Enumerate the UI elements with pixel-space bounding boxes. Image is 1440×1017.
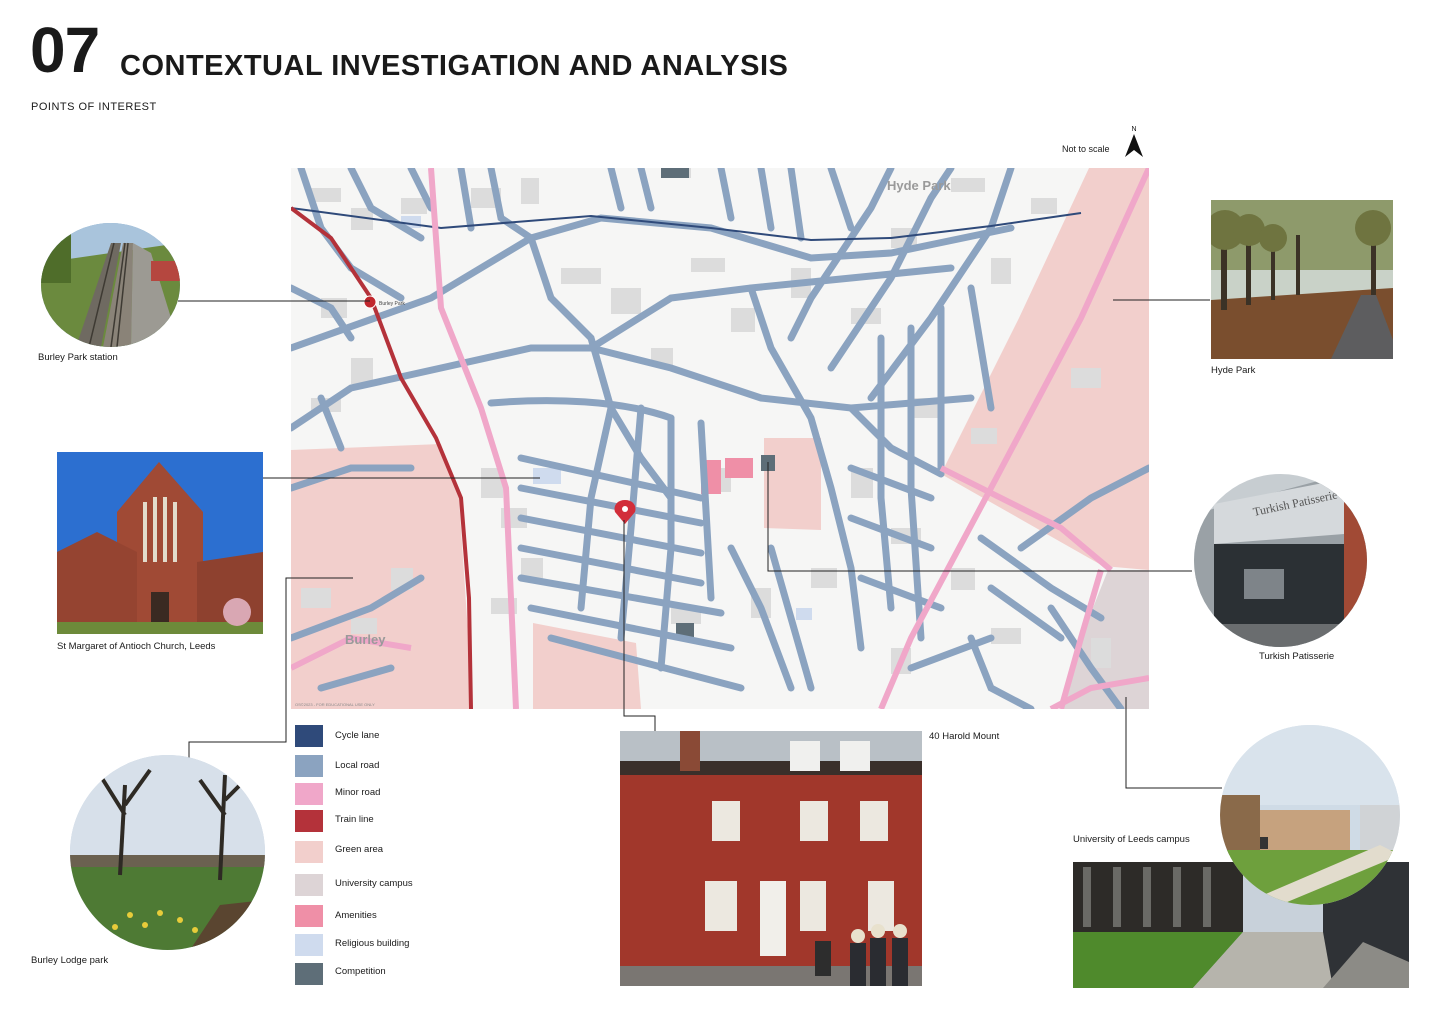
burley-lodge-park-photo (70, 755, 265, 950)
legend-swatch-cycle-lane (295, 725, 323, 747)
religious-building-church (533, 468, 561, 484)
legend-label-local-road: Local road (335, 760, 380, 771)
north-arrow-icon: N (1122, 124, 1146, 160)
station-marker (363, 295, 377, 309)
map-credit: OS©2023 - FOR EDUCATIONAL USE ONLY (295, 702, 375, 707)
legend-label-amenities: Amenities (335, 910, 377, 921)
turkish-patisserie-photo: Turkish Patisserie (1194, 474, 1367, 647)
legend-swatch-religious-building (295, 934, 323, 956)
legend-swatch-train-line (295, 810, 323, 832)
legend-label-competition: Competition (335, 966, 386, 977)
page-subtitle: POINTS OF INTEREST (31, 101, 157, 113)
university-campus-photo-1 (1220, 725, 1400, 905)
burley-park-station-photo (41, 223, 180, 347)
legend-label-religious-building: Religious building (335, 938, 410, 949)
caption-hyde-park: Hyde Park (1211, 365, 1256, 376)
hyde-park-photo (1211, 200, 1393, 359)
legend-label-cycle-lane: Cycle lane (335, 730, 380, 741)
leader-university-campus (1125, 697, 1222, 789)
legend-swatch-competition (295, 963, 323, 985)
green-area-centre (764, 438, 821, 530)
legend-swatch-minor-road (295, 783, 323, 805)
map-label-hyde-park: Hyde Park (887, 178, 951, 193)
map-label-burley: Burley (345, 632, 386, 647)
st-margaret-church-photo (57, 452, 263, 634)
legend-label-train-line: Train line (335, 814, 374, 825)
legend-swatch-university-campus (295, 874, 323, 896)
legend-swatch-amenities (295, 905, 323, 927)
station-label: Burley Park (379, 301, 405, 307)
neighbourhood-map: Burley Park Hyde Park Burley OS©2023 - F… (291, 168, 1149, 709)
caption-burley-lodge-park: Burley Lodge park (31, 955, 109, 966)
competition-building-north (661, 168, 689, 178)
north-label: N (1131, 126, 1136, 133)
caption-harold-mount: 40 Harold Mount (929, 731, 1000, 742)
page-title: CONTEXTUAL INVESTIGATION AND ANALYSIS (120, 50, 789, 82)
legend-label-green-area: Green area (335, 844, 384, 855)
map-legend: Cycle lane Local road Minor road Train l… (295, 725, 495, 995)
map-canvas: Burley Park Hyde Park Burley OS©2023 - F… (291, 168, 1149, 709)
section-number: 07 (30, 14, 100, 86)
scale-note: Not to scale (1062, 144, 1110, 154)
caption-turkish-patisserie: Turkish Patisserie (1259, 651, 1335, 662)
harold-mount-photo (620, 731, 922, 986)
caption-university-campus: University of Leeds campus (1073, 834, 1190, 845)
amenity-building-2 (725, 458, 753, 478)
caption-burley-park-station: Burley Park station (38, 352, 118, 363)
legend-swatch-green-area (295, 841, 323, 863)
legend-swatch-local-road (295, 755, 323, 777)
religious-building-south (796, 608, 812, 620)
competition-building (761, 455, 775, 471)
caption-st-margaret: St Margaret of Antioch Church, Leeds (57, 641, 216, 652)
legend-label-minor-road: Minor road (335, 787, 381, 798)
legend-label-university-campus: University campus (335, 878, 413, 889)
